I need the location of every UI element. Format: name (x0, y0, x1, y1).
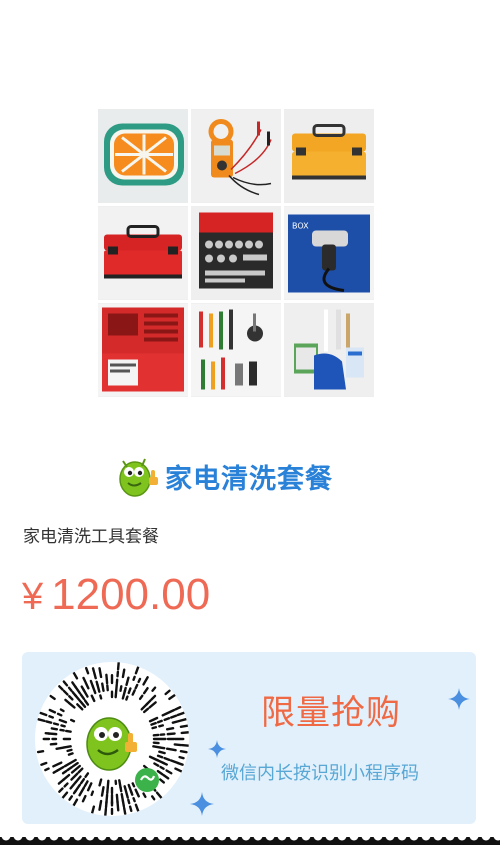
product-price: ¥1200.00 (22, 570, 210, 620)
clamp-meter-icon (191, 109, 281, 203)
socket-set-icon (191, 206, 281, 300)
bottom-divider (0, 833, 500, 845)
drill-box-icon: BOX (284, 206, 374, 300)
product-image-orange-slice[interactable] (98, 109, 188, 203)
product-image-socket-set[interactable] (191, 206, 281, 300)
product-image-drill-box[interactable]: BOX (284, 206, 374, 300)
product-image-cleaning-kit[interactable] (284, 303, 374, 397)
currency-symbol: ¥ (22, 576, 44, 618)
sparkle-icon (208, 740, 226, 758)
sparkle-icon (190, 792, 214, 816)
brand-banner: 家电清洗套餐 (115, 451, 365, 501)
mascot-thumbs-up-icon (119, 458, 158, 497)
sparkle-icon (448, 688, 470, 710)
product-image-drill-case[interactable] (98, 303, 188, 397)
promo-subtitle: 微信内长按识别小程序码 (221, 763, 419, 784)
hand-tools-icon (191, 303, 281, 397)
product-image-hand-tools[interactable] (191, 303, 281, 397)
svg-text:BOX: BOX (292, 222, 309, 231)
product-image-yellow-toolbox[interactable] (284, 109, 374, 203)
product-image-grid: BOX (98, 109, 374, 397)
price-amount: 1200.00 (51, 570, 211, 619)
product-image-clamp-meter[interactable] (191, 109, 281, 203)
mini-program-code-icon (35, 662, 189, 816)
promo-card: 限量抢购 微信内长按识别小程序码 (22, 652, 476, 824)
brand-title: 家电清洗套餐 (165, 463, 333, 495)
cleaning-kit-icon (284, 303, 374, 397)
mini-program-code[interactable] (35, 662, 189, 816)
orange-slice-icon (98, 109, 188, 203)
toolbox-yellow-icon (284, 109, 374, 203)
toolbox-red-icon (98, 206, 188, 300)
promo-title: 限量抢购 (261, 693, 401, 733)
drill-case-icon (98, 303, 188, 397)
product-image-red-toolbox[interactable] (98, 206, 188, 300)
product-title: 家电清洗工具套餐 (23, 527, 159, 547)
